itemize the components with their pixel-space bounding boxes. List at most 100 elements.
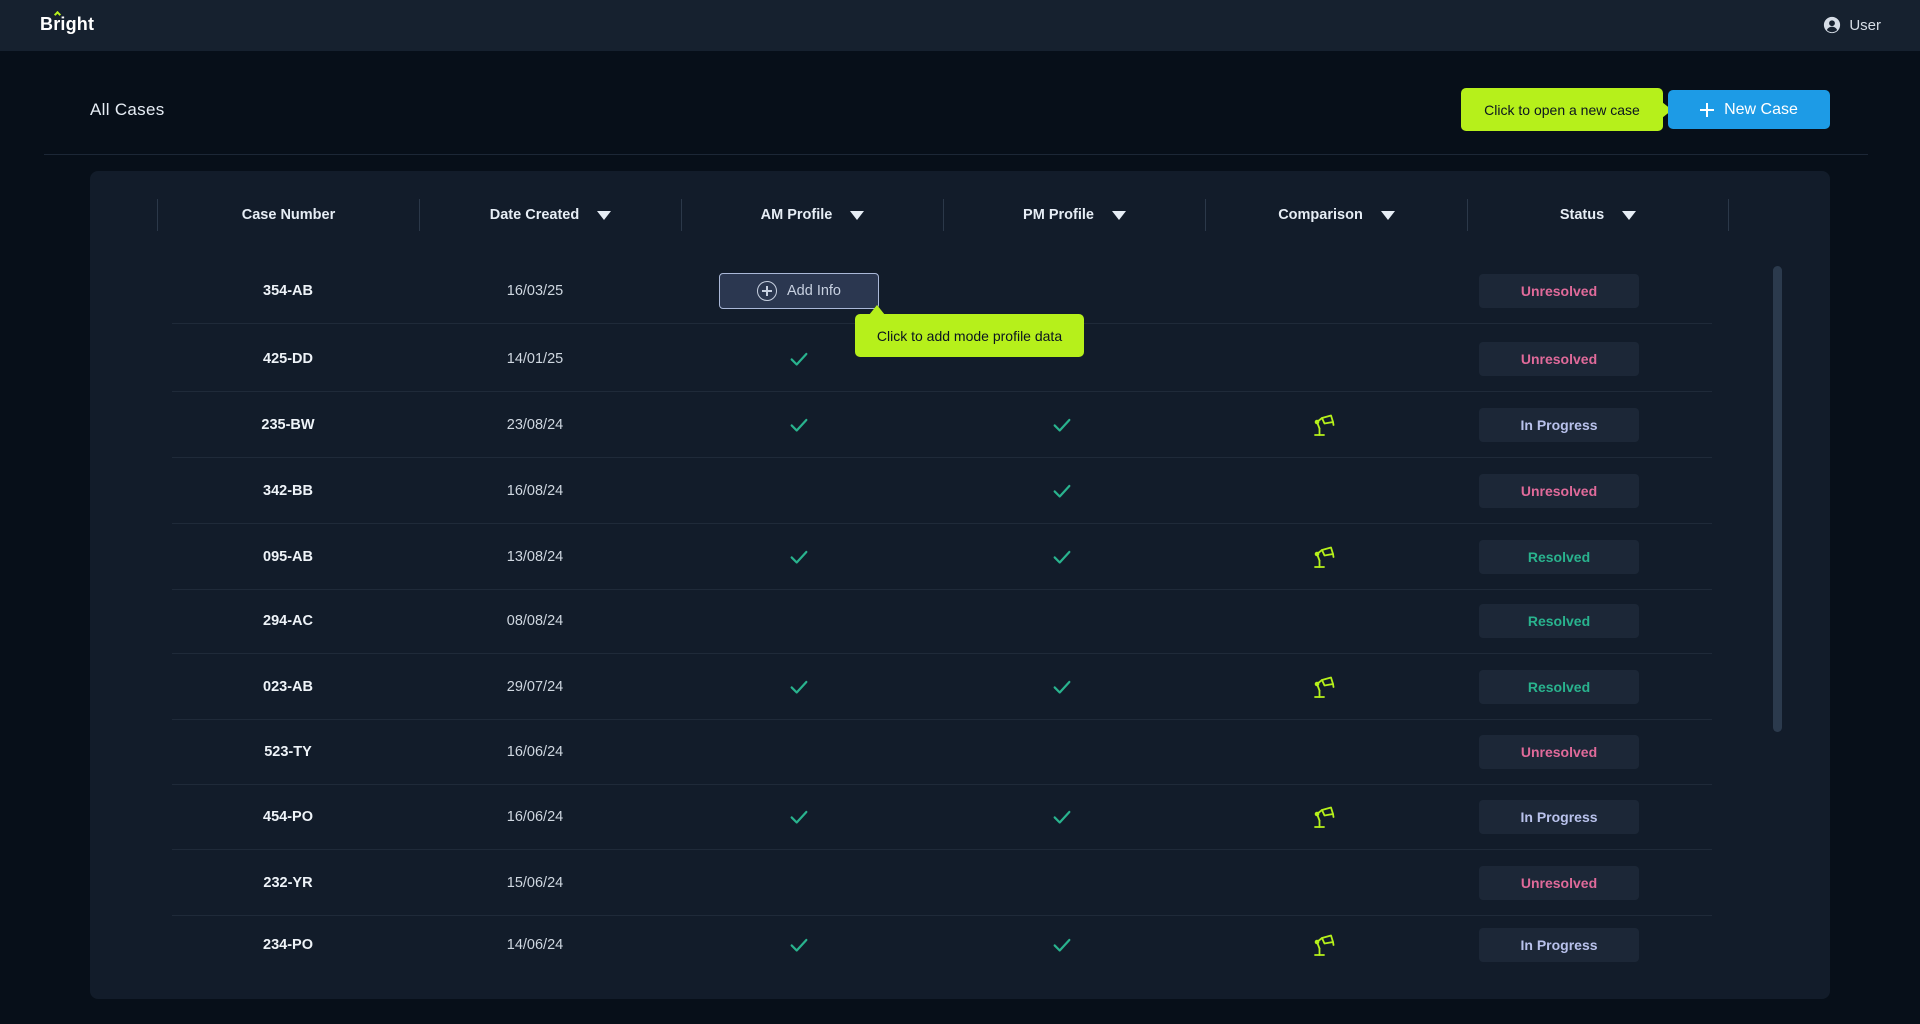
comparison-cell: [1208, 850, 1440, 916]
column-header-status[interactable]: Status: [1467, 199, 1729, 231]
desk-lamp-icon[interactable]: [1311, 412, 1337, 438]
add-info-button[interactable]: Add Info: [719, 273, 879, 309]
case-number[interactable]: 023-AB: [263, 679, 313, 695]
page-title: All Cases: [90, 100, 165, 119]
user-circle-icon: [1824, 16, 1841, 34]
date-created: 16/06/24: [506, 809, 564, 825]
desk-lamp-icon[interactable]: [1311, 674, 1337, 700]
caret-down-icon[interactable]: [1622, 210, 1637, 220]
check-icon: [790, 550, 808, 564]
table-row[interactable]: 095-AB 13/08/24 Resolved: [172, 524, 1712, 590]
case-number-cell: 023-AB: [172, 654, 404, 720]
comparison-cell: [1208, 912, 1440, 978]
column-header-comparison[interactable]: Comparison: [1205, 199, 1467, 231]
pm-profile-cell: [946, 912, 1178, 978]
status-cell: In Progress: [1428, 392, 1690, 458]
case-number[interactable]: 235-BW: [261, 417, 314, 433]
table-scrollbar[interactable]: [1773, 266, 1782, 732]
table-row[interactable]: 232-YR 15/06/24 Unresolved: [172, 850, 1712, 916]
table-row[interactable]: 234-PO 14/06/24 In Progress: [172, 912, 1712, 978]
plus-icon: [1700, 102, 1715, 117]
am-profile-cell: [683, 588, 915, 654]
column-label: PM Profile: [1023, 207, 1094, 223]
date-created-cell: 29/07/24: [419, 654, 651, 720]
pm-profile-cell: [946, 719, 1178, 785]
check-icon: [790, 352, 808, 366]
column-label: Status: [1559, 207, 1605, 223]
comparison-cell: [1208, 326, 1440, 392]
date-created-cell: 14/01/25: [419, 326, 651, 392]
date-created: 14/01/25: [506, 351, 564, 367]
case-number[interactable]: 354-AB: [263, 283, 313, 299]
am-profile-cell: [683, 458, 915, 524]
case-number[interactable]: 095-AB: [263, 549, 313, 565]
caret-down-icon[interactable]: [850, 210, 865, 220]
date-created-cell: 14/06/24: [419, 912, 651, 978]
status-badge: Unresolved: [1479, 342, 1639, 376]
table-row[interactable]: 294-AC 08/08/24 Resolved: [172, 588, 1712, 654]
case-number-cell: 425-DD: [172, 326, 404, 392]
status-cell: Resolved: [1428, 588, 1690, 654]
table-row[interactable]: 023-AB 29/07/24 Resolved: [172, 654, 1712, 720]
table-row[interactable]: 342-BB 16/08/24 Unresolved: [172, 458, 1712, 524]
status-badge: Unresolved: [1479, 274, 1639, 308]
case-number[interactable]: 342-BB: [263, 483, 313, 499]
user-menu[interactable]: User: [1823, 14, 1881, 36]
column-label: Case Number: [241, 207, 336, 223]
status-cell: Resolved: [1428, 524, 1690, 590]
comparison-cell: [1208, 654, 1440, 720]
status-badge: Unresolved: [1479, 866, 1639, 900]
case-number[interactable]: 454-PO: [263, 809, 313, 825]
bright-logo[interactable]: Bright: [40, 14, 94, 35]
date-created: 23/08/24: [506, 417, 564, 433]
top-bar: Bright User: [0, 0, 1920, 51]
am-profile-cell: [683, 524, 915, 590]
status-badge: Resolved: [1479, 604, 1639, 638]
table-row[interactable]: 235-BW 23/08/24 In Progress: [172, 392, 1712, 458]
case-number-cell: 523-TY: [172, 719, 404, 785]
check-icon: [1053, 810, 1071, 824]
caret-down-icon[interactable]: [1380, 210, 1395, 220]
case-number-cell: 234-PO: [172, 912, 404, 978]
new-case-button[interactable]: New Case: [1668, 90, 1830, 129]
case-number-cell: 294-AC: [172, 588, 404, 654]
case-number[interactable]: 294-AC: [263, 613, 313, 629]
date-created: 29/07/24: [506, 679, 564, 695]
case-number-cell: 232-YR: [172, 850, 404, 916]
am-profile-cell: [683, 850, 915, 916]
column-header-pm-profile[interactable]: PM Profile: [943, 199, 1205, 231]
status-cell: Unresolved: [1428, 258, 1690, 324]
check-icon: [1053, 484, 1071, 498]
check-icon: [790, 680, 808, 694]
case-number[interactable]: 523-TY: [264, 744, 312, 760]
date-created: 15/06/24: [506, 875, 564, 891]
am-profile-cell: [683, 654, 915, 720]
table-row[interactable]: 454-PO 16/06/24 In Progress: [172, 784, 1712, 850]
date-created-cell: 15/06/24: [419, 850, 651, 916]
case-number[interactable]: 234-PO: [263, 937, 313, 953]
status-cell: In Progress: [1428, 912, 1690, 978]
case-number-cell: 454-PO: [172, 784, 404, 850]
status-badge: Unresolved: [1479, 474, 1639, 508]
status-cell: Unresolved: [1428, 326, 1690, 392]
comparison-cell: [1208, 392, 1440, 458]
check-icon: [1053, 418, 1071, 432]
new-case-tooltip: Click to open a new case: [1461, 88, 1672, 131]
comparison-cell: [1208, 524, 1440, 590]
desk-lamp-icon[interactable]: [1311, 544, 1337, 570]
case-number-cell: 354-AB: [172, 258, 404, 324]
case-number[interactable]: 425-DD: [263, 351, 313, 367]
desk-lamp-icon[interactable]: [1311, 804, 1337, 830]
add-info-label: Add Info: [786, 283, 841, 299]
comparison-cell: [1208, 588, 1440, 654]
check-icon: [1053, 680, 1071, 694]
header-divider: [44, 154, 1868, 155]
check-icon: [1053, 938, 1071, 952]
desk-lamp-icon[interactable]: [1311, 932, 1337, 958]
column-header-date-created[interactable]: Date Created: [419, 199, 681, 231]
table-row[interactable]: 523-TY 16/06/24 Unresolved: [172, 719, 1712, 785]
caret-down-icon[interactable]: [597, 210, 612, 220]
case-number[interactable]: 232-YR: [263, 875, 312, 891]
caret-down-icon[interactable]: [1111, 210, 1126, 220]
column-header-am-profile[interactable]: AM Profile: [681, 199, 943, 231]
